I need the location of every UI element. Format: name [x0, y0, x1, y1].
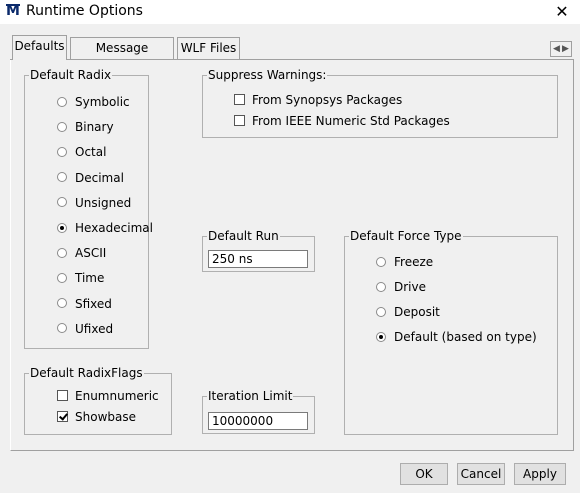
radix-option-label: ASCII [75, 246, 107, 261]
radio-button[interactable] [57, 146, 67, 157]
force-type-legend: Default Force Type [350, 229, 462, 243]
radix-option-label: Symbolic [75, 95, 130, 109]
radix-flag-option-showbase[interactable]: Showbase [57, 409, 136, 425]
scroll-left-icon[interactable]: ◀ [553, 43, 560, 55]
radix-option-hexadecimal[interactable]: Hexadecimal [57, 220, 153, 236]
apply-button[interactable]: Apply [514, 463, 566, 485]
force-type-option-label: Default (based on type) [394, 330, 537, 344]
title-bar: M Runtime Options ✕ [0, 0, 580, 24]
force-type-option-freeze[interactable]: Freeze [376, 254, 433, 270]
radio-button[interactable] [57, 247, 67, 258]
radix-option-ascii[interactable]: ASCII [57, 245, 106, 261]
radix-option-symbolic[interactable]: Symbolic [57, 94, 130, 110]
force-type-option-drive[interactable]: Drive [376, 279, 426, 295]
force-type-option-label: Deposit [394, 305, 440, 319]
radio-button[interactable] [376, 331, 386, 342]
radix-option-label: Binary [75, 120, 114, 135]
checkbox[interactable] [57, 411, 68, 422]
checkbox[interactable] [57, 390, 68, 401]
radix-option-label: Sfixed [75, 296, 112, 311]
radio-button[interactable] [376, 306, 386, 317]
tab-wlf-files[interactable]: WLF Files [177, 37, 240, 59]
radix-option-label: Octal [75, 145, 107, 160]
radio-button[interactable] [376, 281, 386, 292]
suppress-warning-option-from-ieee-numeric-std-packages[interactable]: From IEEE Numeric Std Packages [234, 113, 450, 129]
window-title: Runtime Options [26, 3, 143, 19]
scroll-right-icon[interactable]: ▶ [562, 43, 569, 55]
checkbox[interactable] [234, 115, 245, 126]
radix-option-label: Ufixed [75, 321, 114, 336]
radio-button[interactable] [57, 172, 67, 183]
radix-option-decimal[interactable]: Decimal [57, 170, 124, 186]
panel-top-border [10, 59, 574, 60]
force-type-option-deposit[interactable]: Deposit [376, 304, 440, 320]
radix-option-ufixed[interactable]: Ufixed [57, 321, 113, 337]
radio-button[interactable] [57, 197, 67, 208]
radio-button[interactable] [57, 272, 67, 283]
radix-option-time[interactable]: Time [57, 270, 104, 286]
tab-scroll-control[interactable]: ◀ ▶ [550, 41, 572, 57]
radix-option-label: Time [75, 271, 105, 286]
radix-option-sfixed[interactable]: Sfixed [57, 296, 112, 312]
app-logo-icon: M [6, 3, 20, 19]
default-run-input[interactable] [208, 250, 308, 268]
radio-button[interactable] [57, 96, 67, 107]
force-type-option-label: Drive [394, 280, 426, 294]
radix-flag-option-enumnumeric[interactable]: Enumnumeric [57, 388, 159, 404]
force-type-option-label: Freeze [394, 255, 434, 269]
suppress-warning-option-from-synopsys-packages[interactable]: From Synopsys Packages [234, 92, 402, 108]
radix-flags-legend: Default RadixFlags [30, 366, 143, 380]
radio-button[interactable] [57, 323, 67, 334]
default-run-legend: Default Run [208, 229, 279, 243]
radix-option-label: Hexadecimal [75, 221, 153, 235]
force-type-option-default-based-on-type[interactable]: Default (based on type) [376, 329, 537, 345]
radio-button[interactable] [57, 222, 67, 233]
suppress-warnings-legend: Suppress Warnings: [208, 68, 327, 82]
radix-option-unsigned[interactable]: Unsigned [57, 195, 131, 211]
checkbox[interactable] [234, 94, 245, 105]
radio-button[interactable] [57, 121, 67, 132]
radix-option-label: Unsigned [75, 195, 132, 210]
radix-flag-option-label: Enumnumeric [75, 389, 159, 403]
radix-option-label: Decimal [75, 170, 124, 185]
cancel-button[interactable]: Cancel [457, 463, 505, 485]
default-radix-legend: Default Radix [30, 68, 112, 82]
radix-option-octal[interactable]: Octal [57, 144, 106, 160]
close-button[interactable]: ✕ [544, 0, 580, 24]
tab-message-severity[interactable]: Message Severity [70, 37, 174, 75]
iteration-limit-input[interactable] [208, 412, 308, 430]
suppress-warning-option-label: From IEEE Numeric Std Packages [252, 114, 450, 128]
radix-option-binary[interactable]: Binary [57, 119, 114, 135]
radio-button[interactable] [57, 298, 67, 309]
radio-button[interactable] [376, 256, 386, 267]
tab-defaults[interactable]: Defaults [12, 35, 67, 60]
iteration-limit-legend: Iteration Limit [208, 389, 293, 403]
suppress-warning-option-label: From Synopsys Packages [252, 93, 403, 107]
radix-flag-option-label: Showbase [75, 410, 136, 424]
ok-button[interactable]: OK [400, 463, 448, 485]
